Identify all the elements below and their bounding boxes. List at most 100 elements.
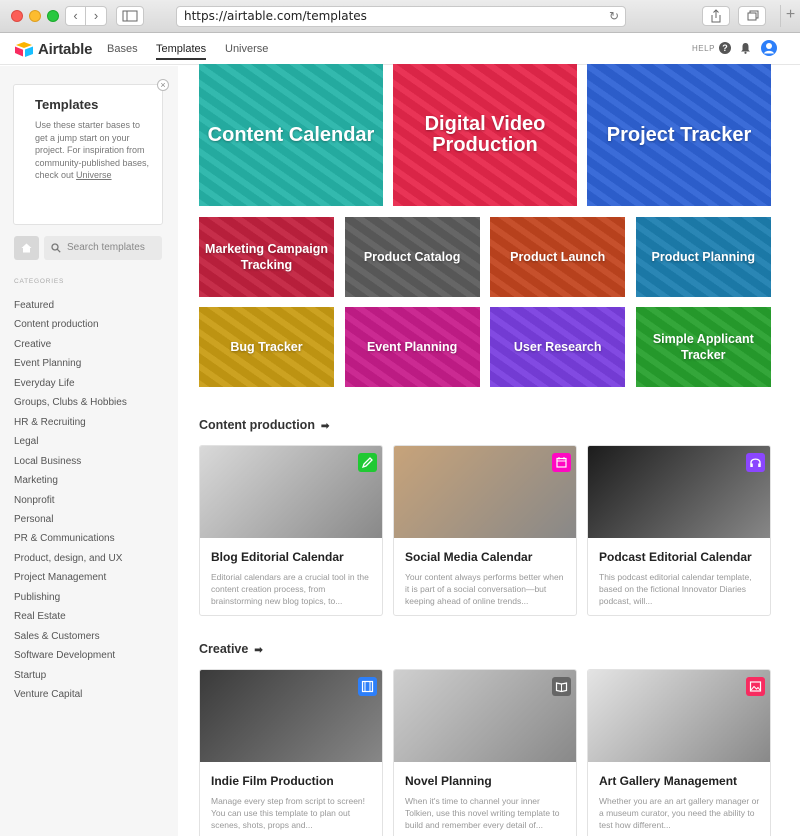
airtable-logo-icon[interactable] [14,41,34,57]
template-card[interactable]: Novel Planning When it's time to channel … [393,669,577,836]
universe-link[interactable]: Universe [76,170,112,180]
minimize-window-button[interactable] [29,10,41,22]
card-title: Indie Film Production [211,774,334,788]
templates-info-card: Templates Use these starter bases to get… [13,84,163,225]
help-link[interactable]: HELP [692,44,715,53]
card-title: Novel Planning [405,774,492,788]
tile-label: Event Planning [366,340,458,354]
share-icon[interactable] [702,6,730,26]
template-tile[interactable]: Bug Tracker [199,307,334,387]
featured-template-tile[interactable]: Project Tracker [587,64,771,206]
logo-text[interactable]: Airtable [38,41,92,58]
card-description: Manage every step from script to screen!… [211,796,366,830]
tile-label: Content Calendar [207,123,375,146]
template-tile[interactable]: User Research [490,307,626,387]
category-item[interactable]: Legal [14,436,38,447]
category-item[interactable]: Marketing [14,475,58,486]
card-description: This podcast editorial calendar template… [599,572,752,606]
tile-label: User Research [513,340,602,354]
category-item[interactable]: Project Management [14,572,106,583]
home-button[interactable] [14,236,39,260]
category-item[interactable]: Venture Capital [14,689,82,700]
tile-label: Marketing Campaign Tracking [205,242,328,272]
template-tile[interactable]: Product Launch [490,217,626,297]
book-icon [552,677,571,696]
pencil-icon [358,453,377,472]
featured-template-tile[interactable]: Content Calendar [199,64,383,206]
template-photo [394,670,576,762]
category-item[interactable]: Content production [14,319,99,330]
sidebar-toggle-icon[interactable] [116,6,144,26]
template-card[interactable]: Podcast Editorial Calendar This podcast e… [587,445,771,616]
card-title: Podcast Editorial Calendar [599,550,752,564]
category-item[interactable]: Personal [14,514,53,525]
template-tile[interactable]: Simple Applicant Tracker [635,307,771,387]
nav-universe[interactable]: Universe [225,43,268,55]
info-card-title: Templates [35,97,99,112]
calendar-icon [552,453,571,472]
template-tile[interactable]: Marketing Campaign Tracking [199,217,334,297]
template-card[interactable]: Art Gallery Management Whether you are an… [587,669,771,836]
bell-icon[interactable] [740,42,751,54]
main-content: Content Calendar Digital Video Production… [178,64,800,836]
section-title: Creative [199,642,249,656]
card-description: Whether you are an art gallery manager o… [599,796,760,830]
template-card[interactable]: Blog Editorial Calendar Editorial calenda… [199,445,383,616]
zoom-window-button[interactable] [47,10,59,22]
address-bar[interactable]: https://airtable.com/templates ↻ [176,6,626,27]
featured-template-tile[interactable]: Digital Video Production [393,64,577,206]
search-input[interactable]: Search templates [44,236,162,260]
tile-label: Product Launch [510,250,606,264]
category-item[interactable]: Featured [14,300,54,311]
categories-heading: CATEGORIES [14,278,65,285]
app-header: Airtable Bases Templates Universe HELP ? [0,33,800,65]
category-item[interactable]: Product, design, and UX [14,553,122,564]
category-item[interactable]: Creative [14,339,51,350]
category-item[interactable]: Everyday Life [14,378,75,389]
category-item[interactable]: Sales & Customers [14,631,100,642]
tabs-icon[interactable] [738,6,766,26]
template-tile[interactable]: Product Planning [635,217,771,297]
category-item[interactable]: Startup [14,670,46,681]
tile-label: Bug Tracker [230,340,303,354]
category-item[interactable]: Publishing [14,592,60,603]
reload-icon[interactable]: ↻ [609,7,619,26]
new-tab-icon[interactable]: + [780,5,800,27]
category-item[interactable]: Groups, Clubs & Hobbies [14,397,127,408]
forward-icon[interactable]: › [86,6,107,26]
browser-toolbar: ‹ › https://airtable.com/templates ↻ + [0,0,800,33]
help-icon[interactable]: ? [719,42,731,54]
section-title: Content production [199,418,315,432]
template-tile[interactable]: Event Planning [344,307,480,387]
back-icon[interactable]: ‹ [65,6,86,26]
category-item[interactable]: Event Planning [14,358,81,369]
category-item[interactable]: Nonprofit [14,495,55,506]
category-item[interactable]: PR & Communications [14,533,115,544]
tile-label: Product Catalog [363,250,461,264]
close-window-button[interactable] [11,10,23,22]
card-title: Art Gallery Management [599,774,738,788]
headphones-icon [746,453,765,472]
template-tile[interactable]: Product Catalog [344,217,480,297]
section-heading[interactable]: Content production ➡ [199,418,329,432]
template-photo [394,446,576,538]
sidebar: Templates Use these starter bases to get… [0,66,178,836]
template-card[interactable]: Social Media Calendar Your content always… [393,445,577,616]
section-heading[interactable]: Creative ➡ [199,642,263,656]
template-card[interactable]: Indie Film Production Manage every step f… [199,669,383,836]
category-item[interactable]: Real Estate [14,611,66,622]
category-item[interactable]: Local Business [14,456,81,467]
template-photo [588,446,770,538]
tile-label: Simple Applicant Tracker [652,332,754,362]
nav-bases[interactable]: Bases [107,43,138,55]
category-item[interactable]: HR & Recruiting [14,417,86,428]
card-description: Your content always performs better when… [405,572,564,606]
close-icon[interactable]: × [157,79,169,91]
avatar[interactable] [761,40,777,56]
template-photo [200,446,382,538]
nav-templates[interactable]: Templates [156,43,207,60]
card-title: Social Media Calendar [405,550,533,564]
category-item[interactable]: Software Development [14,650,115,661]
card-description: When it's time to channel your inner Tol… [405,796,560,830]
arrow-right-icon: ➡ [320,421,330,432]
